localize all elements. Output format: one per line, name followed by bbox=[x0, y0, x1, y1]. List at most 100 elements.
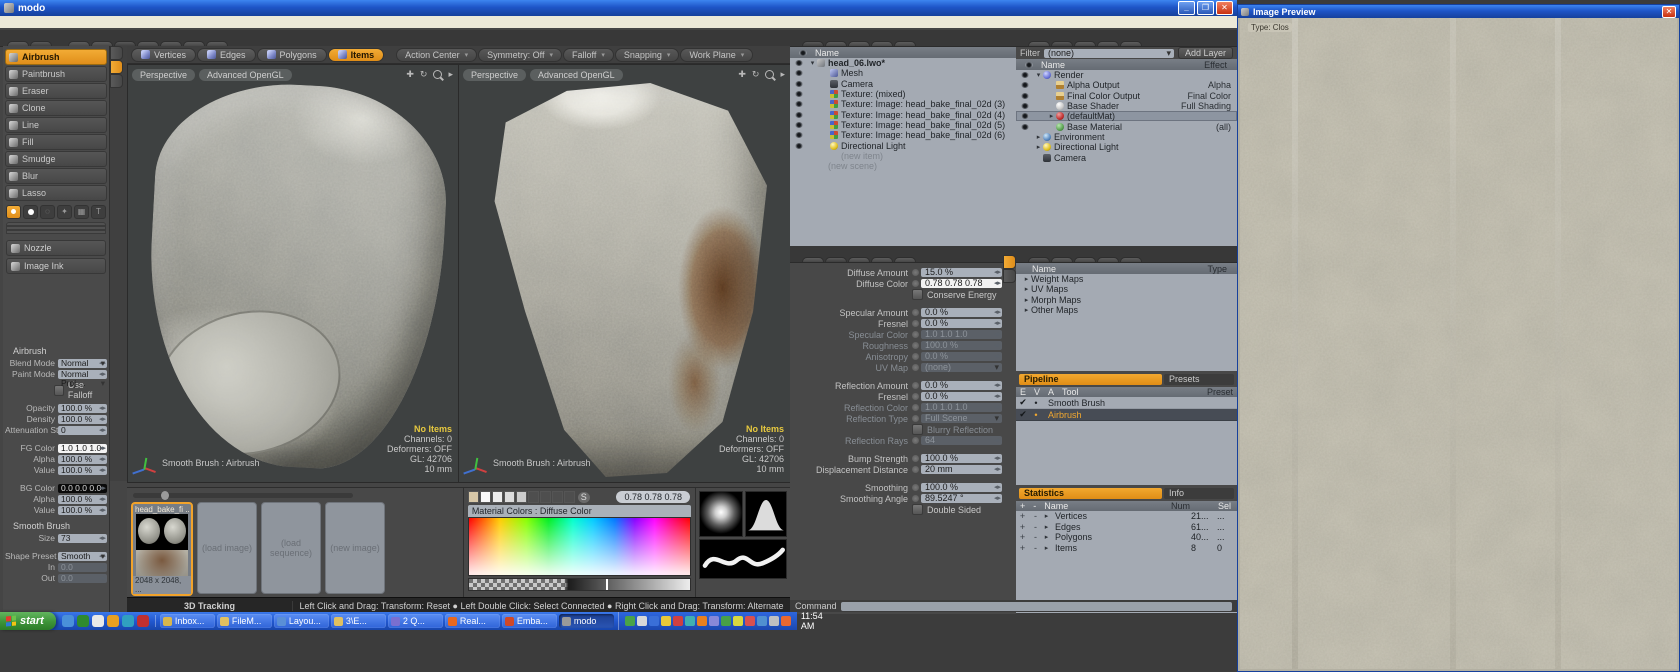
expander-icon[interactable]: ▸ bbox=[1042, 544, 1051, 552]
tab[interactable] bbox=[802, 257, 824, 262]
paint-tool-button[interactable]: Fill bbox=[5, 134, 107, 150]
enabled-check-icon[interactable]: ✔ bbox=[1016, 409, 1030, 420]
vertical-tab[interactable] bbox=[1003, 255, 1016, 269]
selection-mode-button[interactable]: Edges bbox=[197, 48, 256, 62]
tab[interactable] bbox=[825, 257, 847, 262]
tray-icon[interactable] bbox=[649, 616, 659, 626]
smooth-brush-section-header[interactable]: Smooth Brush bbox=[13, 521, 105, 531]
toolbar-dropdown[interactable]: Snapping▾ bbox=[615, 48, 680, 62]
tray-icon[interactable] bbox=[685, 616, 695, 626]
shader-layer-row[interactable]: Camera bbox=[1016, 152, 1237, 162]
color-swatch[interactable] bbox=[528, 491, 539, 503]
zoom-icon[interactable] bbox=[765, 70, 774, 79]
paint-tool-button[interactable]: Blur bbox=[5, 168, 107, 184]
pipeline-tool-row[interactable]: ✔ • Smooth Brush bbox=[1016, 397, 1237, 409]
viewport-menu-icon[interactable]: ▸ bbox=[780, 69, 785, 80]
stone-model-left[interactable] bbox=[140, 78, 452, 475]
color-swatch[interactable] bbox=[552, 491, 563, 503]
tab[interactable] bbox=[1120, 41, 1142, 46]
item-row[interactable]: Camera bbox=[790, 79, 1016, 89]
expand-plus-icon[interactable]: + bbox=[1016, 532, 1029, 542]
quick-launch-icon[interactable] bbox=[92, 615, 104, 627]
item-row[interactable]: Directional Light bbox=[790, 140, 1016, 150]
tray-icon[interactable] bbox=[709, 616, 719, 626]
channel-dot-button[interactable] bbox=[912, 495, 919, 502]
texture-image[interactable]: Type: Clos bbox=[1240, 18, 1677, 669]
property-field[interactable]: 0.78 0.78 0.78◂▸ bbox=[921, 279, 1002, 288]
type-column-header[interactable]: Type bbox=[1207, 264, 1233, 274]
toolbar-dropdown[interactable]: Symmetry: Off▾ bbox=[478, 48, 562, 62]
brush-tip-procedural-icon[interactable]: ◌ bbox=[40, 205, 55, 219]
viewport-renderer-pill[interactable]: Advanced OpenGL bbox=[199, 69, 292, 81]
visible-dot-icon[interactable]: • bbox=[1030, 398, 1042, 408]
tool-property-field[interactable]: 0.0◂▸ bbox=[58, 574, 107, 583]
add-layer-button[interactable]: Add Layer bbox=[1178, 47, 1233, 59]
property-field[interactable]: 100.0 %◂▸ bbox=[921, 341, 1002, 350]
tab[interactable] bbox=[894, 257, 916, 262]
brush-extra-button[interactable]: Nozzle bbox=[6, 240, 106, 256]
quick-launch-icon[interactable] bbox=[62, 615, 74, 627]
tray-icon[interactable] bbox=[745, 616, 755, 626]
selection-mode-button[interactable]: Items bbox=[328, 48, 385, 62]
modo-titlebar[interactable]: modo _ ❐ ✕ bbox=[0, 0, 1237, 16]
collapse-minus-icon[interactable]: - bbox=[1029, 543, 1042, 553]
visibility-eye-icon[interactable] bbox=[795, 81, 803, 87]
airbrush-section-header[interactable]: Airbrush bbox=[13, 346, 105, 356]
filter-dropdown[interactable]: (none) bbox=[1044, 49, 1174, 58]
channel-dot-button[interactable] bbox=[912, 309, 919, 316]
property-checkbox[interactable] bbox=[912, 289, 923, 300]
channel-dot-button[interactable] bbox=[912, 404, 919, 411]
paint-tool-button[interactable]: Eraser bbox=[5, 83, 107, 99]
tray-icon[interactable] bbox=[733, 616, 743, 626]
vertex-map-row[interactable]: ▸ UV Maps bbox=[1016, 284, 1237, 294]
color-swatch[interactable] bbox=[480, 491, 491, 503]
item-row[interactable]: Texture: Image: head_bake_final_02d (6) bbox=[790, 130, 1016, 140]
maximize-button[interactable]: ❐ bbox=[1197, 1, 1214, 15]
thumbnail-scrollbar[interactable] bbox=[133, 493, 353, 498]
tool-property-field[interactable]: 100.0 %◂▸ bbox=[58, 495, 107, 504]
channel-dot-button[interactable] bbox=[912, 342, 919, 349]
viewport-mode-pill[interactable]: Perspective bbox=[132, 69, 195, 81]
vertical-tab[interactable] bbox=[110, 46, 123, 60]
viewport-right[interactable]: Perspective Advanced OpenGL ✚ ↻ ▸ Smooth… bbox=[458, 64, 791, 483]
brush-extra-button[interactable]: Image Ink bbox=[6, 258, 106, 274]
tab[interactable] bbox=[848, 41, 870, 46]
enabled-check-icon[interactable]: ✔ bbox=[1016, 397, 1030, 408]
name-column-header[interactable]: Name bbox=[815, 48, 839, 58]
expander-icon[interactable]: ▾ bbox=[808, 59, 817, 67]
info-button[interactable]: Info bbox=[1164, 488, 1234, 499]
channel-dot-button[interactable] bbox=[912, 269, 919, 276]
color-swatch[interactable] bbox=[540, 491, 551, 503]
visibility-eye-icon[interactable] bbox=[795, 112, 803, 118]
tool-property-field[interactable]: 100.0 %◂▸ bbox=[58, 404, 107, 413]
item-row[interactable]: ▾ head_06.lwo* bbox=[790, 58, 1016, 68]
visible-dot-icon[interactable]: • bbox=[1030, 410, 1042, 420]
minimize-button[interactable]: _ bbox=[1178, 1, 1195, 15]
taskbar-task-button[interactable]: FileM... bbox=[217, 614, 272, 628]
vertical-tab[interactable] bbox=[110, 60, 123, 74]
item-row[interactable]: (new item) bbox=[790, 151, 1016, 161]
statistics-row[interactable]: + - ▸ Polygons 40... ... bbox=[1016, 532, 1237, 543]
property-field[interactable]: 0.0 %◂▸ bbox=[921, 308, 1002, 317]
image-preview-close-button[interactable]: ✕ bbox=[1662, 6, 1676, 18]
shader-layer-row[interactable]: Base Shader Full Shading bbox=[1016, 101, 1237, 111]
tool-property-field[interactable]: 100.0 %◂▸ bbox=[58, 506, 107, 515]
start-button[interactable]: start bbox=[0, 612, 56, 630]
tool-property-field[interactable]: Normal Proj ...◂▸ bbox=[58, 370, 107, 379]
tool-property-field[interactable]: 0.0◂▸ bbox=[58, 563, 107, 572]
stone-model-right[interactable] bbox=[489, 83, 767, 477]
property-field[interactable]: 1.0 1.0 1.0◂▸ bbox=[921, 330, 1002, 339]
visibility-eye-icon[interactable] bbox=[795, 70, 803, 76]
item-row[interactable]: Texture: Image: head_bake_final_02d (3) bbox=[790, 99, 1016, 109]
tab[interactable] bbox=[894, 41, 916, 46]
color-swatch[interactable] bbox=[492, 491, 503, 503]
visibility-eye-icon[interactable] bbox=[795, 143, 803, 149]
visibility-eye-icon[interactable] bbox=[795, 122, 803, 128]
item-row[interactable]: Texture: Image: head_bake_final_02d (4) bbox=[790, 109, 1016, 119]
shader-layer-row[interactable]: Final Color Output Final Color bbox=[1016, 91, 1237, 101]
taskbar-task-button[interactable]: 3\E... bbox=[331, 614, 386, 628]
shader-layer-row[interactable]: ▸ Environment bbox=[1016, 132, 1237, 142]
pan-icon[interactable]: ✚ bbox=[406, 69, 414, 80]
pipeline-tool-row[interactable]: ✔ • Airbrush bbox=[1016, 409, 1237, 421]
visibility-eye-icon[interactable] bbox=[1021, 113, 1029, 119]
